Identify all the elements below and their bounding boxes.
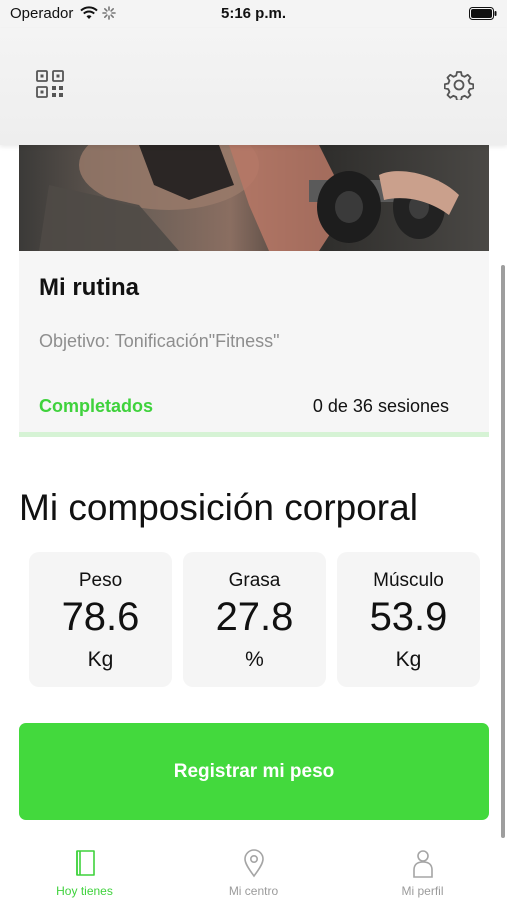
metric-card-weight: Peso 78.6 Kg (29, 552, 172, 687)
tab-bar: Hoy tienes Mi centro Mi perfil (0, 842, 507, 900)
book-icon (76, 850, 95, 876)
tab-label: Mi centro (228, 884, 279, 898)
metric-unit: Kg (87, 648, 114, 671)
routine-photo (19, 145, 489, 251)
metric-value: 53.9 (369, 595, 448, 639)
status-bar: Operador 5:16 p.m. (0, 0, 507, 28)
metric-unit: % (245, 648, 264, 671)
metric-unit: Kg (395, 648, 422, 671)
top-nav-bar (0, 28, 507, 145)
metric-card-fat: Grasa 27.8 % (183, 552, 326, 687)
gear-icon[interactable] (444, 70, 474, 100)
status-time: 5:16 p.m. (220, 5, 287, 22)
metric-label: Grasa (228, 570, 281, 591)
metric-value: 27.8 (215, 595, 294, 639)
qr-code-icon[interactable] (36, 70, 64, 98)
tab-hoy-tienes[interactable]: Hoy tienes (0, 842, 169, 900)
person-icon (413, 850, 433, 878)
routine-objective: Objetivo: Tonificación"Fitness" (39, 331, 280, 351)
metric-label: Peso (78, 570, 123, 591)
composition-title: Mi composición corporal (19, 487, 418, 528)
location-pin-icon (244, 849, 264, 878)
metric-label: Músculo (373, 570, 444, 591)
dumbbell-workout-image (39, 145, 459, 251)
metric-card-muscle: Músculo 53.9 Kg (337, 552, 480, 687)
battery-icon (469, 7, 497, 20)
completed-label: Completados (39, 396, 154, 416)
register-weight-button[interactable]: Registrar mi peso (19, 723, 489, 820)
tab-label: Hoy tienes (56, 884, 113, 898)
metric-value: 78.6 (61, 595, 140, 639)
tab-mi-perfil[interactable]: Mi perfil (338, 842, 507, 900)
routine-title: Mi rutina (39, 274, 139, 301)
sessions-count: 0 de 36 sesiones (312, 396, 449, 416)
scrollbar[interactable] (501, 265, 505, 838)
sessions-progress-bar (19, 432, 489, 437)
tab-label: Mi perfil (401, 884, 444, 898)
routine-card[interactable]: Mi rutina Objetivo: Tonificación"Fitness… (19, 145, 489, 437)
tab-mi-centro[interactable]: Mi centro (169, 842, 338, 900)
